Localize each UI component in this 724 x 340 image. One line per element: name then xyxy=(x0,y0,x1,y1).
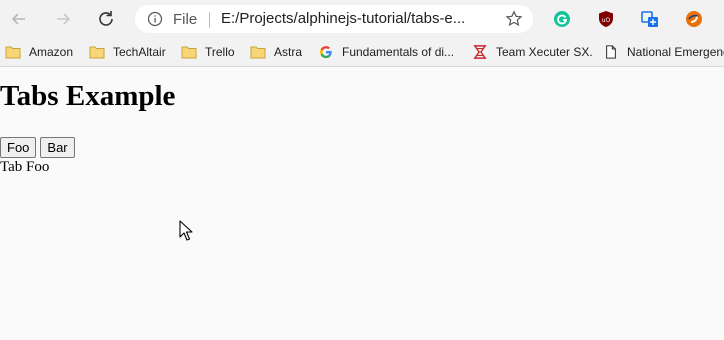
reload-button[interactable] xyxy=(96,9,116,29)
forward-button[interactable] xyxy=(53,9,73,29)
bookmark-trello[interactable]: Trello xyxy=(181,43,235,61)
bookmark-label: National Emergenc xyxy=(627,45,724,59)
bookmark-astra[interactable]: Astra xyxy=(250,43,302,61)
folder-icon xyxy=(5,46,21,59)
bookmark-label: Astra xyxy=(274,45,303,59)
info-icon[interactable] xyxy=(147,11,163,27)
address-bar[interactable]: File E:/Projects/alphinejs-tutorial/tabs… xyxy=(135,5,533,33)
extension-icon[interactable] xyxy=(685,10,703,28)
tab-buttons: Foo Bar xyxy=(0,137,75,158)
bookmark-label: Team Xecuter SX. xyxy=(496,45,593,59)
tab-content: Tab Foo xyxy=(0,159,50,175)
tab-bar-button[interactable]: Bar xyxy=(40,137,75,158)
reload-icon xyxy=(99,11,113,26)
grammarly-icon[interactable] xyxy=(553,10,571,28)
svg-text:uO: uO xyxy=(602,17,611,24)
google-icon xyxy=(319,46,332,59)
mouse-pointer-icon xyxy=(179,220,193,241)
omnibox-divider xyxy=(209,12,210,28)
bookmark-fundamentals[interactable]: Fundamentals of di... xyxy=(318,43,454,61)
bookmark-star-icon[interactable] xyxy=(505,10,523,28)
ublock-icon[interactable]: uO xyxy=(597,10,615,28)
bookmark-techaltair[interactable]: TechAltair xyxy=(89,43,166,61)
scheme-label: File xyxy=(173,11,198,28)
bookmark-team-xecuter[interactable]: Team Xecuter SX. xyxy=(472,43,593,61)
bookmark-label: Fundamentals of di... xyxy=(342,45,455,59)
browser-toolbar: File E:/Projects/alphinejs-tutorial/tabs… xyxy=(0,0,724,38)
folder-icon xyxy=(89,46,105,59)
back-arrow-icon xyxy=(11,13,25,25)
tab-foo-button[interactable]: Foo xyxy=(0,137,37,158)
xecuter-icon xyxy=(473,45,487,59)
page-icon xyxy=(606,45,616,59)
folder-icon xyxy=(250,46,266,59)
bookmark-national-emergency[interactable]: National Emergenc xyxy=(603,43,724,61)
folder-icon xyxy=(181,46,197,59)
bookmark-amazon[interactable]: Amazon xyxy=(5,43,73,61)
page-content: Tabs Example Foo Bar Tab Foo xyxy=(0,67,724,340)
forward-arrow-icon xyxy=(57,13,71,25)
bookmarks-bar: Amazon TechAltair Trello Astra Fundament… xyxy=(0,38,724,67)
translate-icon[interactable] xyxy=(641,10,659,28)
page-title: Tabs Example xyxy=(0,80,176,112)
bookmark-label: TechAltair xyxy=(113,45,166,59)
url-text[interactable]: E:/Projects/alphinejs-tutorial/tabs-e... xyxy=(221,10,501,27)
back-button[interactable] xyxy=(9,9,29,29)
bookmark-label: Amazon xyxy=(29,45,74,59)
bookmark-label: Trello xyxy=(205,45,235,59)
